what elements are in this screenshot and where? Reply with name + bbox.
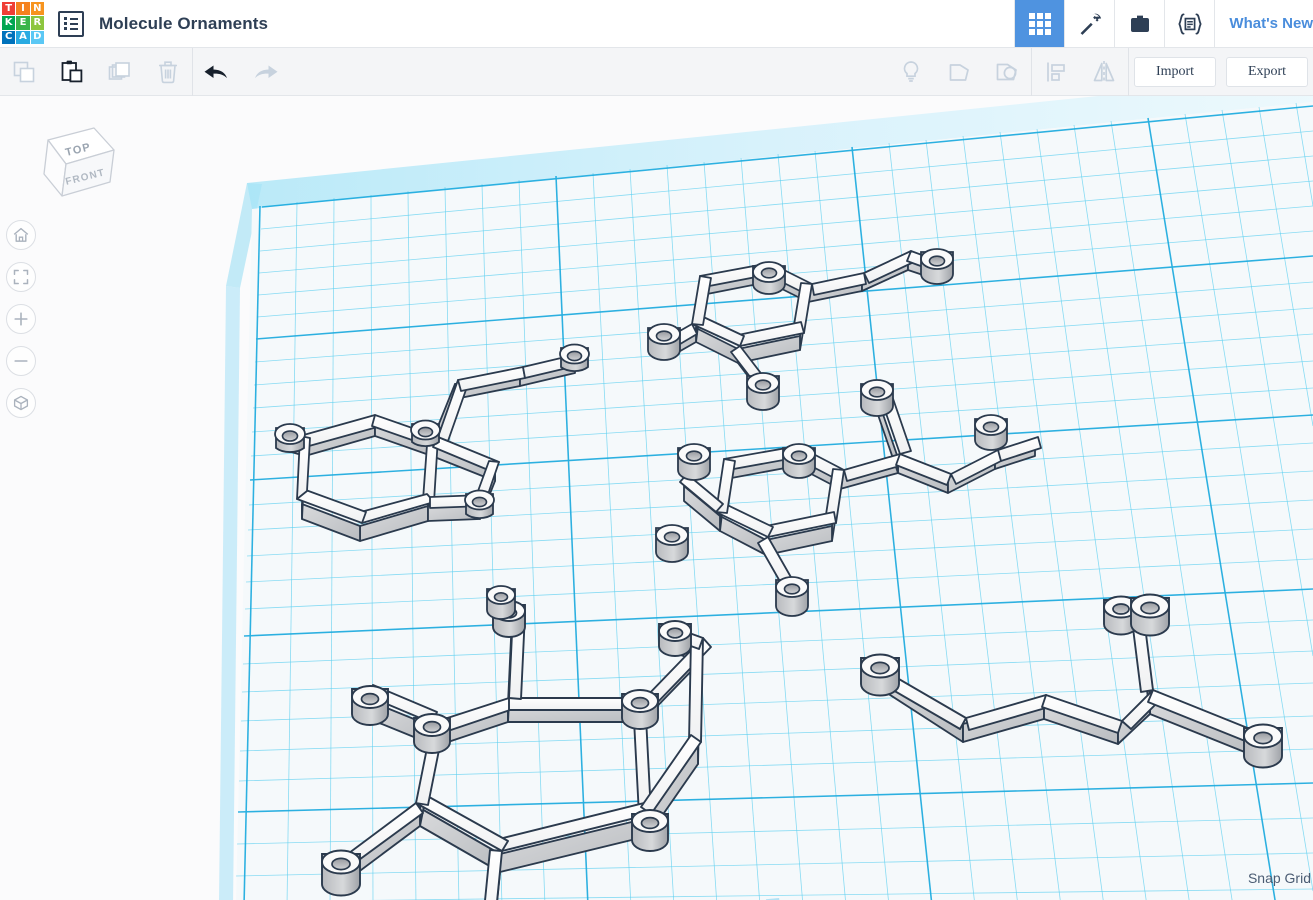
logo-cell-a: A xyxy=(16,30,30,44)
grid-icon xyxy=(1028,12,1051,35)
tab-shapes[interactable] xyxy=(1014,0,1065,47)
group-icon xyxy=(949,63,969,81)
logo-cell-e: E xyxy=(16,16,30,30)
scene-render: Workplane xyxy=(219,96,1313,900)
ungroup-icon xyxy=(996,63,1017,80)
tab-blocks[interactable] xyxy=(1114,0,1164,47)
notes-button[interactable] xyxy=(887,48,935,96)
zoom-out-button[interactable] xyxy=(6,346,36,376)
undo-button[interactable] xyxy=(193,48,241,96)
mirror-icon xyxy=(1093,60,1115,83)
top-header-bar: T I N K E R C A D Molecule Ornaments Wha… xyxy=(0,0,1313,48)
duplicate-button[interactable] xyxy=(96,48,144,96)
logo-cell-n: N xyxy=(30,2,44,16)
tinkercad-editor: T I N K E R C A D Molecule Ornaments Wha… xyxy=(0,0,1313,900)
zoom-in-button[interactable] xyxy=(6,304,36,334)
view-cube[interactable]: TOP FRONT xyxy=(22,116,118,212)
copy-button[interactable] xyxy=(0,48,48,96)
align-button[interactable] xyxy=(1032,48,1080,96)
export-button[interactable]: Export xyxy=(1226,56,1308,87)
codeblocks-icon xyxy=(1178,13,1202,34)
logo-cell-k: K xyxy=(2,16,16,30)
duplicate-icon xyxy=(108,61,130,80)
trash-icon xyxy=(159,60,177,83)
tab-codeblocks[interactable] xyxy=(1164,0,1214,47)
ungroup-button[interactable] xyxy=(983,48,1031,96)
projection-toggle-button[interactable] xyxy=(6,388,36,418)
import-button[interactable]: Import xyxy=(1134,56,1216,87)
logo-cell-i: I xyxy=(16,2,30,16)
copy-icon xyxy=(13,61,35,82)
list-icon[interactable] xyxy=(58,10,84,37)
fit-all-icon xyxy=(13,269,29,285)
header-spacer xyxy=(268,0,1014,47)
view-tools xyxy=(6,208,36,430)
home-view-button[interactable] xyxy=(6,220,36,250)
toolbar-separator-3 xyxy=(1128,47,1129,96)
home-icon xyxy=(13,227,29,242)
edit-toolbar: Import Export xyxy=(0,47,1313,96)
undo-arrow-icon xyxy=(204,65,227,78)
brick-icon xyxy=(1130,15,1149,32)
lightbulb-icon xyxy=(903,60,919,82)
pickaxe-icon xyxy=(1080,13,1102,35)
logo-cell-t: T xyxy=(2,2,16,16)
fit-all-button[interactable] xyxy=(6,262,36,292)
tab-minecraft[interactable] xyxy=(1064,0,1114,47)
snap-grid-label[interactable]: Snap Grid xyxy=(1248,870,1311,886)
logo-cell-d: D xyxy=(30,30,44,44)
mirror-button[interactable] xyxy=(1080,48,1128,96)
status-bar: Snap Grid xyxy=(1248,870,1313,886)
minus-icon xyxy=(14,360,28,362)
tinkercad-logo[interactable]: T I N K E R C A D xyxy=(1,1,45,45)
redo-arrow-icon xyxy=(255,65,278,78)
cube-projection-icon xyxy=(13,395,29,411)
plus-icon xyxy=(14,312,28,326)
workplane[interactable]: Workplane xyxy=(219,96,1313,900)
logo-cell-c: C xyxy=(2,30,16,44)
logo-cell-r: R xyxy=(30,16,44,30)
whats-new-link[interactable]: What's New xyxy=(1214,0,1313,47)
page-title[interactable]: Molecule Ornaments xyxy=(99,14,268,34)
3d-viewport[interactable]: Workplane xyxy=(0,96,1313,900)
redo-button[interactable] xyxy=(241,48,289,96)
paste-button[interactable] xyxy=(48,48,96,96)
group-button[interactable] xyxy=(935,48,983,96)
align-icon xyxy=(1047,62,1065,81)
delete-button[interactable] xyxy=(144,48,192,96)
paste-icon xyxy=(61,60,83,82)
